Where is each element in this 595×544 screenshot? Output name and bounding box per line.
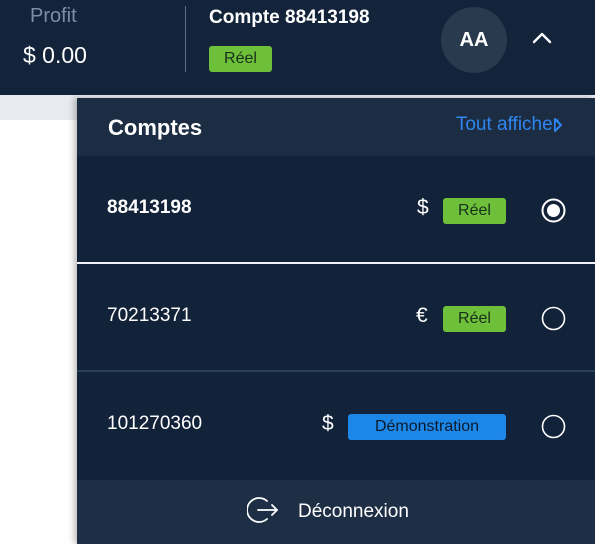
show-all-link[interactable]: Tout afficher <box>456 114 559 136</box>
account-number: 101270360 <box>107 413 203 434</box>
account-row-70213371[interactable]: 70213371 € Réel <box>77 264 595 370</box>
profit-value: $ 0.00 <box>23 42 87 68</box>
radio-selected-icon[interactable] <box>541 198 566 223</box>
account-type-badge: Réel <box>443 198 506 224</box>
current-account-badge: Réel <box>209 46 272 72</box>
account-type-badge: Réel <box>443 306 506 332</box>
logout-icon <box>247 497 278 523</box>
chevron-up-icon[interactable] <box>531 30 553 46</box>
accounts-dropdown-header: Comptes Tout afficher <box>77 98 595 156</box>
current-account-title[interactable]: Compte 88413198 <box>209 7 370 29</box>
account-number: 88413198 <box>107 197 192 218</box>
header-divider <box>185 6 186 72</box>
accounts-title: Comptes <box>108 115 203 140</box>
account-row-88413198[interactable]: 88413198 $ Réel <box>77 156 595 262</box>
logout-button[interactable]: Déconnexion <box>77 480 595 544</box>
account-currency: $ <box>322 412 334 435</box>
accounts-dropdown: Comptes Tout afficher 88413198 $ Réel 70… <box>77 98 595 544</box>
radio-unselected-icon[interactable] <box>541 414 566 439</box>
account-type-badge: Démonstration <box>348 414 506 440</box>
top-header: Profit $ 0.00 Compte 88413198 Réel AA <box>0 0 595 95</box>
account-number: 70213371 <box>107 305 192 326</box>
account-row-101270360[interactable]: 101270360 $ Démonstration <box>77 372 595 478</box>
radio-unselected-icon[interactable] <box>541 306 566 331</box>
profit-label: Profit <box>30 5 77 27</box>
chevron-right-icon[interactable] <box>553 117 563 133</box>
logout-label: Déconnexion <box>298 501 409 522</box>
account-currency: € <box>416 304 428 327</box>
user-avatar[interactable]: AA <box>441 7 507 73</box>
account-currency: $ <box>417 196 429 219</box>
